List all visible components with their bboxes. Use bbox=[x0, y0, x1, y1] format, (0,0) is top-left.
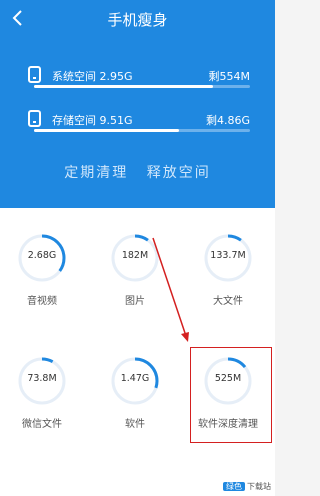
annotation-highlight-box bbox=[190, 347, 272, 443]
watermark: 绿色 下载站 bbox=[223, 481, 271, 492]
watermark-badge: 绿色 bbox=[223, 482, 245, 491]
watermark-text: 下载站 bbox=[247, 482, 271, 491]
